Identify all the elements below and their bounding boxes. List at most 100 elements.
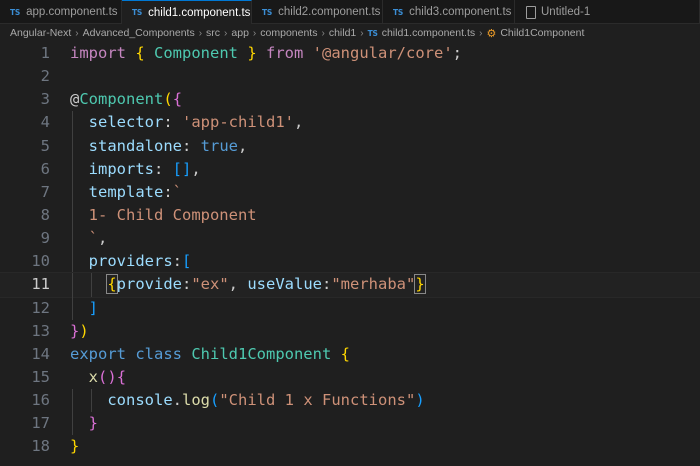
line-number: 13 — [31, 321, 50, 340]
code-token: @ — [70, 90, 80, 109]
code-line: 6 imports: [], — [0, 157, 700, 181]
code-line: 10 providers:[ — [0, 250, 700, 274]
code-token: log — [182, 391, 210, 410]
tab-label: Untitled-1 — [541, 6, 591, 18]
breadcrumb-item[interactable]: child1 — [329, 27, 356, 39]
code-token: Component — [154, 44, 238, 62]
code-token: "merhaba" — [331, 275, 416, 294]
code-token: selector — [88, 113, 164, 132]
file-icon — [525, 6, 536, 19]
code-text[interactable]: }) — [70, 320, 89, 343]
code-text[interactable]: standalone: true, — [70, 135, 248, 158]
code-token: 'app-child1' — [182, 113, 294, 132]
class-symbol-icon: ⚙ — [486, 27, 497, 40]
code-text[interactable]: } — [70, 412, 98, 435]
code-token: { — [172, 90, 183, 109]
code-line: 9 `, — [0, 227, 700, 251]
code-line: 1 import { Component } from '@angular/cor… — [0, 42, 700, 65]
code-text[interactable]: providers:[ — [70, 250, 192, 273]
code-text[interactable]: template:` — [70, 181, 182, 204]
typescript-icon: TS — [132, 8, 143, 17]
line-number: 4 — [40, 113, 50, 132]
breadcrumb-file[interactable]: TS child1.component.ts — [368, 27, 476, 39]
code-line: 18} — [0, 435, 700, 458]
code-token: import — [70, 44, 136, 62]
line-number: 9 — [40, 229, 50, 248]
code-token: , — [238, 136, 248, 155]
code-token: : — [163, 113, 182, 132]
line-number: 6 — [40, 159, 50, 178]
code-token: { — [135, 44, 154, 62]
code-line: 2 — [0, 65, 700, 88]
tab-label: child1.component.ts — [148, 6, 251, 19]
code-token: ` — [70, 229, 98, 248]
code-token: . — [172, 391, 182, 410]
code-token: { — [116, 367, 127, 386]
code-line: 15 x(){ — [0, 366, 700, 389]
tab-child3-component-ts[interactable]: TS child3.component.ts — [383, 0, 515, 24]
tab-label: child3.component.ts — [409, 6, 512, 18]
code-token: , — [191, 159, 201, 178]
code-text[interactable]: } — [70, 435, 79, 458]
code-line: 13}) — [0, 320, 700, 343]
line-number: 11 — [31, 275, 50, 294]
code-text[interactable]: import { Component } from '@angular/core… — [70, 42, 462, 65]
code-token: [ — [182, 252, 192, 271]
breadcrumb-item[interactable]: Angular-Next — [10, 27, 71, 39]
breadcrumb-item[interactable]: app — [231, 27, 249, 39]
code-token: , — [228, 275, 248, 294]
code-text[interactable]: 1- Child Component — [70, 204, 257, 227]
breadcrumb-file-label: child1.component.ts — [381, 27, 476, 39]
code-token: : — [163, 182, 173, 201]
code-token: Child1Component — [191, 344, 332, 363]
code-text[interactable]: ] — [70, 297, 98, 320]
code-token: providers — [88, 252, 173, 271]
line-number: 2 — [40, 67, 50, 86]
code-token: 1- Child Component — [70, 205, 257, 224]
tab-child2-component-ts[interactable]: TS child2.component.ts — [252, 0, 383, 24]
code-text[interactable]: selector: 'app-child1', — [70, 111, 304, 134]
line-number: 14 — [31, 344, 50, 363]
typescript-icon: TS — [10, 7, 21, 17]
code-text[interactable]: {provide:"ex", useValue:"merhaba"} — [70, 273, 426, 296]
code-token: ( — [163, 90, 173, 109]
breadcrumb-item[interactable]: src — [206, 27, 220, 39]
code-text[interactable]: x(){ — [70, 366, 126, 389]
tab-label: app.component.ts — [26, 6, 118, 18]
tab-untitled-1[interactable]: Untitled-1 — [515, 0, 700, 24]
code-line: 7 template:` — [0, 180, 700, 204]
code-token: } — [238, 44, 257, 62]
code-text[interactable]: imports: [], — [70, 158, 201, 181]
tab-app-component-ts[interactable]: TS app.component.ts — [0, 0, 122, 24]
code-token: template — [88, 182, 164, 201]
chevron-right-icon: › — [252, 27, 257, 39]
code-text[interactable]: @Component({ — [70, 88, 182, 111]
code-token: : — [182, 136, 201, 155]
code-token: x — [88, 367, 99, 386]
line-number: 17 — [31, 414, 50, 433]
code-token: standalone — [88, 136, 182, 155]
code-token: "Child 1 x Functions" — [219, 391, 416, 410]
breadcrumb-symbol[interactable]: ⚙ Child1Component — [486, 27, 584, 40]
code-token: class — [135, 344, 192, 363]
code-text[interactable]: console.log("Child 1 x Functions") — [70, 389, 424, 412]
code-line: 3 @Component({ — [0, 88, 700, 111]
code-text[interactable]: export class Child1Component { — [70, 343, 350, 366]
code-token: ) — [79, 321, 89, 340]
line-number: 18 — [31, 437, 50, 456]
breadcrumb-symbol-label: Child1Component — [500, 27, 585, 39]
code-token: ` — [172, 182, 183, 201]
breadcrumb-item[interactable]: components — [260, 27, 317, 39]
line-number: 7 — [40, 182, 50, 201]
code-line: 5 standalone: true, — [0, 134, 700, 158]
tab-child1-component-ts[interactable]: TSchild1.component.ts× — [122, 0, 252, 24]
code-editor[interactable]: 1 import { Component } from '@angular/cor… — [0, 42, 700, 466]
breadcrumb-item[interactable]: Advanced_Components — [83, 27, 195, 39]
code-text[interactable]: `, — [70, 227, 108, 250]
code-token: "ex" — [191, 275, 229, 294]
code-line: 8 1- Child Component — [0, 203, 700, 228]
